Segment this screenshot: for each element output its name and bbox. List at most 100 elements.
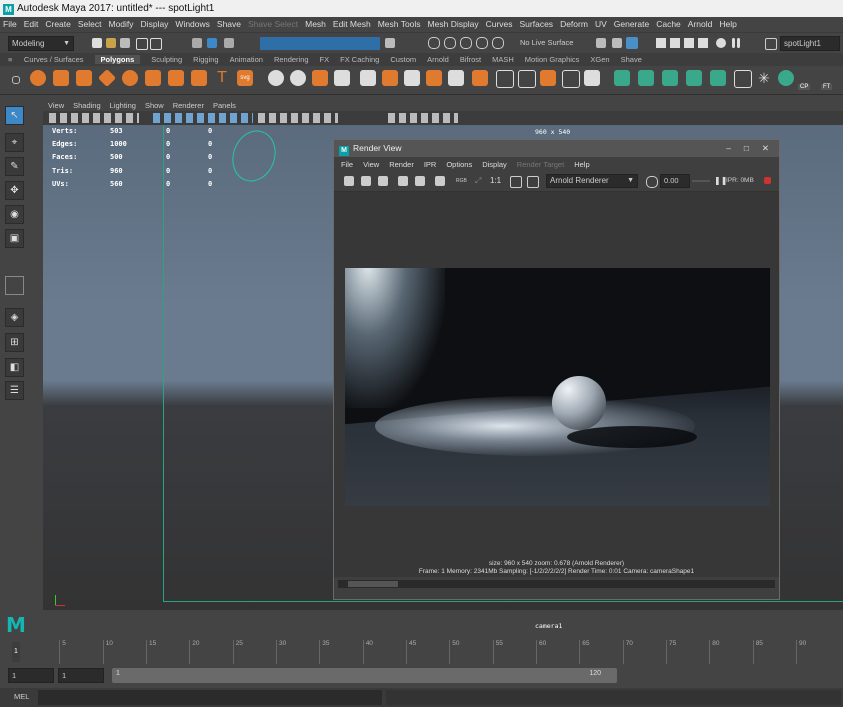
renderer-dropdown[interactable]: Arnold Renderer ▼ bbox=[546, 174, 638, 188]
rotate-tool-icon[interactable]: ◉ bbox=[5, 205, 24, 224]
menu-item[interactable]: Deform bbox=[560, 19, 588, 29]
ipr-render-icon[interactable] bbox=[361, 176, 371, 186]
center-pivot-icon[interactable]: CP bbox=[798, 68, 816, 90]
uv-cylindrical-icon[interactable] bbox=[638, 70, 654, 86]
offset-edge-loop-icon[interactable] bbox=[518, 70, 536, 88]
menu-item[interactable]: Edit bbox=[24, 19, 39, 29]
time-slider[interactable]: 1 5 10 15 20 25 30 35 40 45 50 55 60 65 70 75 80 85 90 bbox=[0, 640, 843, 664]
render-view-menu-item[interactable]: File bbox=[341, 160, 353, 169]
exposure-reset-icon[interactable] bbox=[646, 176, 658, 188]
lock-selection-icon[interactable] bbox=[385, 38, 395, 48]
multicut-icon[interactable] bbox=[426, 70, 442, 86]
uv-auto-icon[interactable] bbox=[686, 70, 702, 86]
render-settings-icons[interactable] bbox=[656, 38, 712, 48]
menu-item[interactable]: Select bbox=[78, 19, 102, 29]
frame-image-icon[interactable] bbox=[510, 176, 522, 188]
select-hierarchy-icon[interactable] bbox=[192, 38, 202, 48]
keep-image-icon[interactable] bbox=[415, 176, 425, 186]
bevel-icon[interactable] bbox=[382, 70, 398, 86]
current-frame-marker[interactable]: 1 bbox=[12, 642, 20, 662]
poly-svg-icon[interactable]: svg bbox=[237, 70, 253, 86]
viewport-menu-item[interactable]: Shading bbox=[73, 101, 101, 110]
poly-plane-icon[interactable] bbox=[145, 70, 161, 86]
history-icon[interactable] bbox=[596, 38, 606, 48]
poly-disc-icon[interactable] bbox=[168, 70, 184, 86]
camera-tools-icons[interactable] bbox=[49, 113, 139, 123]
select-object-icon[interactable] bbox=[207, 38, 217, 48]
shelf-options-icon[interactable] bbox=[12, 76, 20, 84]
uv-spherical-icon[interactable] bbox=[662, 70, 678, 86]
minimize-icon[interactable]: – bbox=[726, 140, 731, 157]
menu-item[interactable]: Surfaces bbox=[520, 19, 554, 29]
poly-cube-icon[interactable] bbox=[53, 70, 69, 86]
combine-icon[interactable] bbox=[268, 70, 284, 86]
shelf-tab[interactable]: Motion Graphics bbox=[525, 55, 580, 64]
render-view-window[interactable]: M Render View – □ ✕ File View Render IPR Opti… bbox=[333, 139, 780, 600]
boolean-icon[interactable] bbox=[312, 70, 328, 86]
menu-item[interactable]: Modify bbox=[109, 19, 134, 29]
viewport-menu-item[interactable]: View bbox=[48, 101, 64, 110]
menu-item[interactable]: Generate bbox=[614, 19, 649, 29]
render-view-menu-item[interactable]: Display bbox=[482, 160, 507, 169]
shave-icon[interactable] bbox=[778, 70, 794, 86]
remove-image-icon[interactable] bbox=[435, 176, 445, 186]
mel-label[interactable]: MEL bbox=[14, 692, 29, 701]
playback-start-field[interactable]: 1 bbox=[58, 668, 104, 683]
scale-tool-icon[interactable]: ▣ bbox=[5, 229, 24, 248]
snapshot-icon[interactable] bbox=[378, 176, 388, 186]
render-view-menu-item[interactable]: Help bbox=[574, 160, 589, 169]
shelf-tab[interactable]: Sculpting bbox=[151, 55, 182, 64]
undo-icon[interactable] bbox=[136, 38, 148, 50]
open-scene-icon[interactable] bbox=[106, 38, 116, 48]
redo-icon[interactable] bbox=[150, 38, 162, 50]
render-region-icon[interactable] bbox=[398, 176, 408, 186]
snowflake-icon[interactable]: ✳ bbox=[756, 70, 772, 86]
menu-item[interactable]: Create bbox=[45, 19, 71, 29]
redo-render-icon[interactable] bbox=[344, 176, 354, 186]
shelf-tab[interactable]: FX bbox=[320, 55, 330, 64]
shelf-tab[interactable]: Rendering bbox=[274, 55, 309, 64]
shelf-tab[interactable]: Bifrost bbox=[460, 55, 481, 64]
shelf-tab[interactable]: Shave bbox=[621, 55, 642, 64]
shelf-tab[interactable]: Animation bbox=[230, 55, 263, 64]
viewport-menu-item[interactable]: Panels bbox=[213, 101, 236, 110]
quad-draw-icon[interactable] bbox=[472, 70, 488, 86]
four-view-icon[interactable]: ◈ bbox=[5, 308, 24, 327]
insert-edge-loop-icon[interactable] bbox=[496, 70, 514, 88]
menu-item[interactable]: Curves bbox=[486, 19, 513, 29]
poly-cylinder-icon[interactable] bbox=[76, 70, 92, 86]
poly-torus-icon[interactable] bbox=[122, 70, 138, 86]
uv-editor-icon[interactable] bbox=[710, 70, 726, 86]
move-tool-icon[interactable]: ✥ bbox=[5, 181, 24, 200]
menu-item[interactable]: Help bbox=[719, 19, 736, 29]
single-perspective-icon[interactable] bbox=[5, 276, 24, 295]
menu-item[interactable]: Cache bbox=[656, 19, 681, 29]
render-view-menu-item[interactable]: IPR bbox=[424, 160, 437, 169]
frame-region-icon[interactable] bbox=[527, 176, 539, 188]
shelf-tab[interactable]: Curves / Surfaces bbox=[24, 55, 84, 64]
render-view-menu-item[interactable]: View bbox=[363, 160, 379, 169]
render-view-menu-item[interactable]: Render bbox=[389, 160, 414, 169]
menu-item[interactable]: Arnold bbox=[688, 19, 713, 29]
list-layout-icon[interactable]: ☰ bbox=[5, 381, 24, 400]
shelf-tab[interactable]: Polygons bbox=[94, 55, 141, 64]
layout-icon[interactable]: ⊞ bbox=[5, 333, 24, 352]
poly-pipe-icon[interactable] bbox=[191, 70, 207, 86]
menu-item[interactable]: File bbox=[3, 19, 17, 29]
live-surface-label[interactable]: No Live Surface bbox=[520, 38, 573, 47]
shelf-tab[interactable]: FX Caching bbox=[340, 55, 379, 64]
menu-item[interactable]: Mesh Display bbox=[428, 19, 479, 29]
shelf-tab[interactable]: Rigging bbox=[193, 55, 218, 64]
command-input[interactable] bbox=[38, 690, 382, 705]
save-scene-icon[interactable] bbox=[120, 38, 130, 48]
separate-icon[interactable] bbox=[290, 70, 306, 86]
pause-ipr-icon[interactable]: ❚❚ bbox=[714, 176, 727, 186]
render-view-scrollbar[interactable] bbox=[338, 580, 775, 588]
shelf-tab[interactable]: Arnold bbox=[427, 55, 449, 64]
smooth-icon[interactable] bbox=[334, 70, 350, 86]
mode-dropdown[interactable]: Modeling ▼ bbox=[8, 36, 74, 51]
pause-icon[interactable] bbox=[732, 38, 735, 48]
input-box-icon[interactable] bbox=[765, 38, 777, 50]
range-slider-bar[interactable]: 1 120 bbox=[112, 668, 617, 683]
outliner-layout-icon[interactable]: ◧ bbox=[5, 358, 24, 377]
